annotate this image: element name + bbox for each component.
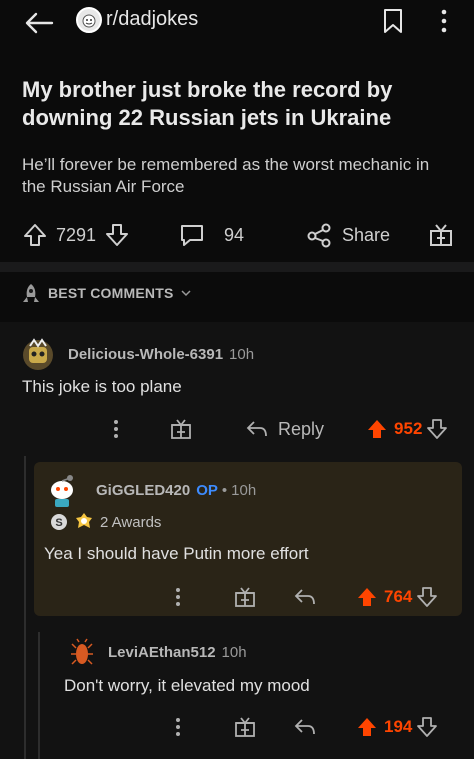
downvote-icon[interactable] [416, 716, 438, 738]
comment-author[interactable]: LeviAEthan512 [108, 644, 216, 661]
upvote-icon[interactable] [22, 222, 48, 248]
comment-actions: 194 [174, 714, 438, 740]
comment-score: 952 [394, 419, 423, 438]
subreddit-avatar-icon[interactable] [76, 7, 102, 33]
comments-button[interactable]: 94 [178, 222, 244, 248]
reply-icon[interactable] [294, 718, 316, 736]
reply-icon[interactable] [246, 420, 268, 438]
comment-author[interactable]: GiGGLED420 [96, 482, 190, 499]
rocket-icon [23, 284, 39, 302]
awards-row[interactable]: S 2 Awards [50, 512, 161, 532]
comment-actions: Reply 952 [112, 416, 448, 442]
award-gift-icon[interactable] [428, 222, 454, 248]
comment-score: 764 [384, 587, 413, 606]
user-avatar-icon[interactable] [46, 472, 78, 508]
sort-label: BEST COMMENTS [48, 285, 174, 301]
downvote-icon[interactable] [104, 222, 130, 248]
comment-text: Yea I should have Putin more effort [44, 544, 309, 563]
comment-age: 10h [229, 345, 255, 363]
downvote-icon[interactable] [416, 586, 438, 608]
comment-text: This joke is too plane [22, 377, 182, 396]
reply-icon[interactable] [294, 588, 316, 606]
op-badge: OP [196, 481, 218, 499]
comment-author[interactable]: Delicious-Whole-6391 [68, 346, 223, 363]
comments-list: Delicious-Whole-6391 10h This joke is to… [0, 322, 474, 759]
upvote-filled-icon[interactable] [356, 586, 378, 608]
upvote-filled-icon[interactable] [366, 418, 388, 440]
share-label: Share [342, 224, 391, 245]
comment-age: 10h [231, 481, 257, 499]
upvote-filled-icon[interactable] [356, 716, 378, 738]
comment-header: LeviAEthan512 10h [70, 638, 247, 666]
comment-score: 194 [384, 717, 413, 736]
reply-button[interactable]: Reply [278, 419, 324, 440]
helpful-award-icon [76, 513, 92, 528]
chevron-down-icon [180, 290, 191, 297]
award-gift-icon[interactable] [234, 716, 256, 738]
comment-age: 10h [221, 643, 247, 661]
svg-text:S: S [55, 517, 62, 529]
section-divider [0, 262, 474, 272]
awards-count: 2 Awards [100, 513, 162, 531]
share-icon [307, 223, 331, 248]
more-vertical-icon[interactable] [112, 418, 120, 440]
more-vertical-icon[interactable] [174, 586, 182, 608]
thread-line[interactable] [24, 456, 26, 759]
back-arrow-icon[interactable] [22, 10, 56, 36]
post-body: He’ll forever be remembered as the worst… [22, 155, 430, 196]
silver-award-icon: S [51, 514, 67, 530]
award-gift-icon[interactable] [170, 418, 192, 440]
comment-header: Delicious-Whole-6391 10h [20, 336, 254, 372]
post-score: 7291 [56, 224, 97, 245]
bookmark-icon[interactable] [382, 8, 404, 34]
comment-bubble-icon [181, 225, 203, 246]
post-vote-group: 7291 [22, 222, 130, 248]
thread-line[interactable] [38, 632, 40, 759]
award-gift-icon[interactable] [234, 586, 256, 608]
top-bar: r/dadjokes [0, 0, 474, 48]
comment-header: GiGGLED420 OP • 10h [46, 472, 256, 508]
more-vertical-icon[interactable] [174, 716, 182, 738]
subreddit-name[interactable]: r/dadjokes [106, 8, 198, 31]
highlighted-reply: GiGGLED420 OP • 10h S 2 Awards Yea I sho… [34, 462, 462, 616]
user-avatar-icon[interactable] [20, 336, 56, 372]
post-title[interactable]: My brother just broke the record by down… [22, 76, 452, 132]
separator-dot: • [221, 481, 228, 499]
comment-actions: 764 [174, 584, 438, 610]
downvote-icon[interactable] [426, 418, 448, 440]
more-vertical-icon[interactable] [440, 8, 448, 34]
share-button[interactable]: Share [306, 222, 390, 248]
comment-sort-selector[interactable]: BEST COMMENTS [22, 281, 192, 305]
user-avatar-icon[interactable] [70, 638, 94, 666]
comment-text: Don't worry, it elevated my mood [64, 676, 310, 695]
comment-count: 94 [224, 224, 245, 245]
post-action-bar: 7291 94 Share [0, 212, 474, 258]
